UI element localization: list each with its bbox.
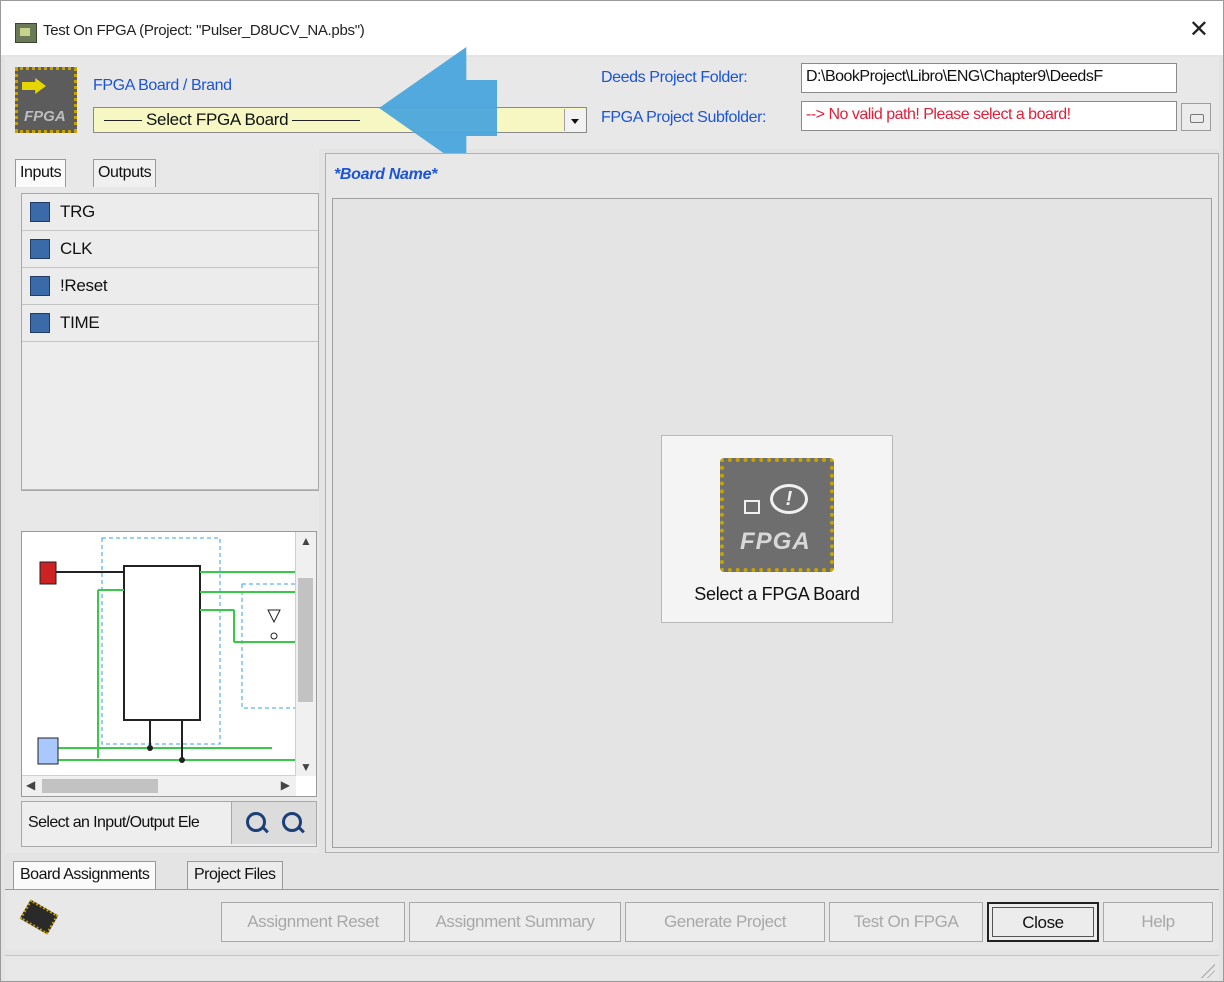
chevron-down-icon[interactable] xyxy=(564,109,585,131)
board-config-panel: FPGA FPGA Board / Brand Select FPGA Boar… xyxy=(5,57,1219,149)
board-brand-label: FPGA Board / Brand xyxy=(93,77,232,94)
circuit-diagram xyxy=(37,537,296,765)
window-title: Test On FPGA (Project: "Pulser_D8UCV_NA.… xyxy=(43,22,365,39)
board-name-label: *Board Name* xyxy=(334,166,438,183)
list-item[interactable]: TIME xyxy=(22,305,318,342)
chevron-up-icon[interactable]: ▲ xyxy=(300,534,312,548)
board-select-value: Select FPGA Board xyxy=(146,110,289,129)
tab-project-files[interactable]: Project Files xyxy=(187,861,283,889)
board-area: ! FPGA Select a FPGA Board xyxy=(332,198,1212,848)
chevron-right-icon[interactable]: ▶ xyxy=(281,778,290,792)
switch-icon xyxy=(30,276,50,296)
resize-grip-icon[interactable] xyxy=(1201,964,1215,978)
generate-project-button[interactable]: Generate Project xyxy=(625,902,825,942)
project-folder-label: Deeds Project Folder: xyxy=(601,69,748,86)
action-bar: Assignment Reset Assignment Summary Gene… xyxy=(5,890,1219,950)
switch-icon xyxy=(30,202,50,222)
title-bar: Test On FPGA (Project: "Pulser_D8UCV_NA.… xyxy=(1,1,1223,55)
chevron-down-icon[interactable]: ▼ xyxy=(300,760,312,774)
horizontal-scrollbar[interactable]: ◀ ▶ xyxy=(22,775,296,796)
select-board-caption: Select a FPGA Board xyxy=(694,584,860,604)
zoom-controls xyxy=(231,802,316,844)
fpga-chip-icon xyxy=(19,902,59,934)
zoom-in-icon[interactable] xyxy=(246,812,266,832)
zoom-out-icon[interactable] xyxy=(282,812,302,832)
fpga-logo-icon: FPGA xyxy=(15,67,77,133)
list-item[interactable]: !Reset xyxy=(22,268,318,305)
chevron-left-icon[interactable]: ◀ xyxy=(26,778,35,792)
divider xyxy=(21,489,319,512)
inputs-list: TRG CLK !Reset TIME xyxy=(21,193,319,491)
chip-text: FPGA xyxy=(740,528,811,555)
status-bar xyxy=(5,955,1219,980)
assignment-reset-button[interactable]: Assignment Reset xyxy=(221,902,405,942)
clock-icon xyxy=(30,239,50,259)
io-hint-bar: Select an Input/Output Ele xyxy=(21,801,317,847)
timer-icon xyxy=(30,313,50,333)
close-window-icon[interactable]: ✕ xyxy=(1189,15,1209,44)
logo-text: FPGA xyxy=(24,108,66,125)
close-button[interactable]: Close xyxy=(987,902,1099,942)
tab-outputs[interactable]: Outputs xyxy=(93,159,157,187)
fpga-chip-icon: ! FPGA xyxy=(720,458,834,572)
arrow-icon xyxy=(22,78,46,94)
select-board-button[interactable]: ! FPGA Select a FPGA Board xyxy=(661,435,893,623)
list-item[interactable]: TRG xyxy=(22,194,318,231)
dialog-window: Test On FPGA (Project: "Pulser_D8UCV_NA.… xyxy=(0,0,1224,982)
folder-open-icon[interactable] xyxy=(1181,103,1211,131)
board-pane: *Board Name* ! FPGA Select a FPGA Board xyxy=(325,153,1219,853)
circuit-preview[interactable]: ▲ ▼ ◀ ▶ xyxy=(21,531,317,797)
test-on-fpga-button[interactable]: Test On FPGA xyxy=(829,902,983,942)
list-item[interactable]: CLK xyxy=(22,231,318,268)
subfolder-label: FPGA Project Subfolder: xyxy=(601,109,767,126)
assignment-summary-button[interactable]: Assignment Summary xyxy=(409,902,621,942)
io-pane: Inputs Outputs TRG CLK !Reset TIME ▲ ▼ ◀… xyxy=(5,149,319,853)
subfolder-field[interactable]: --> No valid path! Please select a board… xyxy=(801,101,1177,131)
tab-inputs[interactable]: Inputs xyxy=(15,159,67,187)
tab-board-assignments[interactable]: Board Assignments xyxy=(13,861,157,889)
help-button[interactable]: Help xyxy=(1103,902,1213,942)
board-select[interactable]: Select FPGA Board xyxy=(93,107,587,133)
app-icon xyxy=(15,23,37,43)
vertical-scrollbar[interactable]: ▲ ▼ xyxy=(295,532,316,776)
io-hint-text: Select an Input/Output Ele xyxy=(28,814,200,831)
project-folder-field[interactable]: D:\BookProject\Libro\ENG\Chapter9\DeedsF xyxy=(801,63,1177,93)
